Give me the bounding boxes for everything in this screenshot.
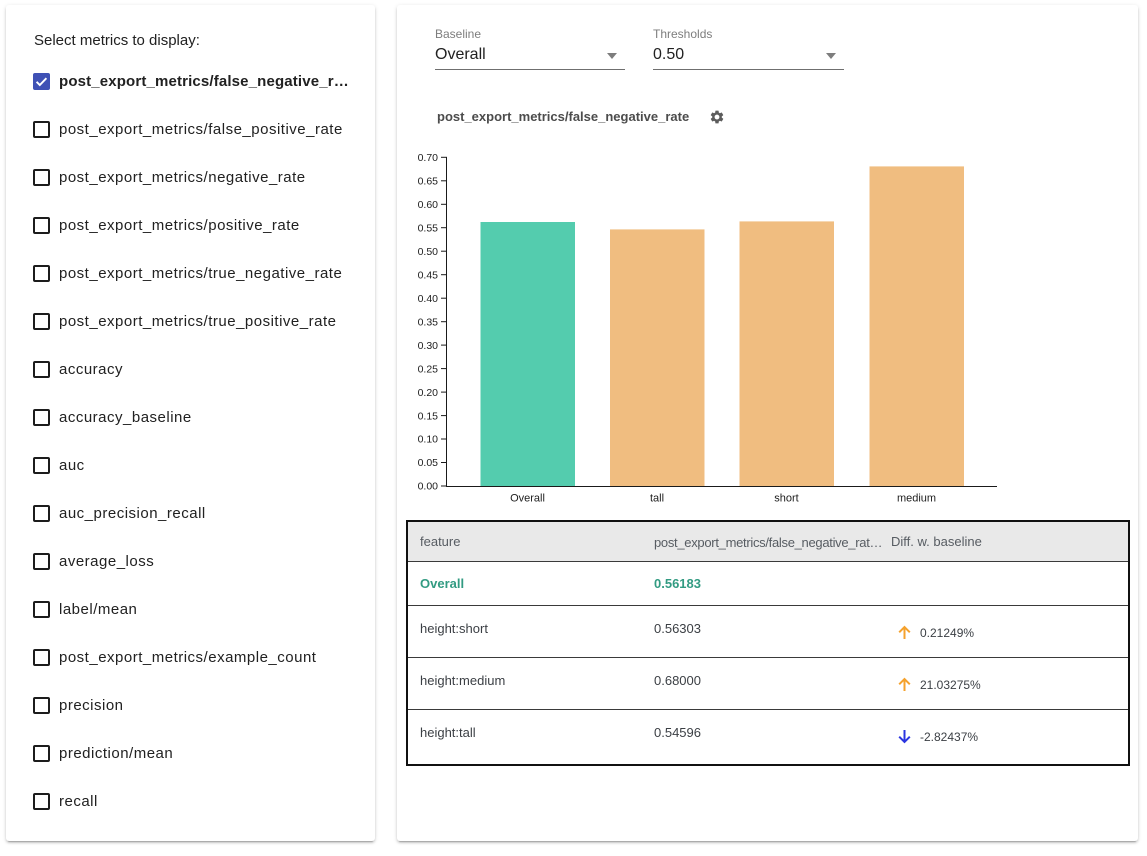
svg-text:0.40: 0.40	[418, 293, 439, 305]
svg-text:0.20: 0.20	[418, 387, 439, 399]
svg-text:Overall: Overall	[510, 493, 545, 505]
svg-text:0.55: 0.55	[418, 222, 439, 234]
svg-text:0.35: 0.35	[418, 316, 439, 328]
svg-text:0.25: 0.25	[418, 363, 439, 375]
svg-text:0.50: 0.50	[418, 246, 439, 258]
svg-text:0.45: 0.45	[418, 269, 439, 281]
svg-text:medium: medium	[897, 493, 936, 505]
svg-text:0.05: 0.05	[418, 457, 439, 469]
svg-text:0.70: 0.70	[418, 152, 439, 164]
svg-text:0.10: 0.10	[418, 434, 439, 446]
svg-text:0.60: 0.60	[418, 199, 439, 211]
svg-text:0.15: 0.15	[418, 410, 439, 422]
svg-text:0.65: 0.65	[418, 176, 439, 188]
svg-text:0.00: 0.00	[418, 481, 439, 493]
svg-text:short: short	[774, 493, 798, 505]
svg-text:tall: tall	[650, 493, 664, 505]
svg-text:0.30: 0.30	[418, 340, 439, 352]
